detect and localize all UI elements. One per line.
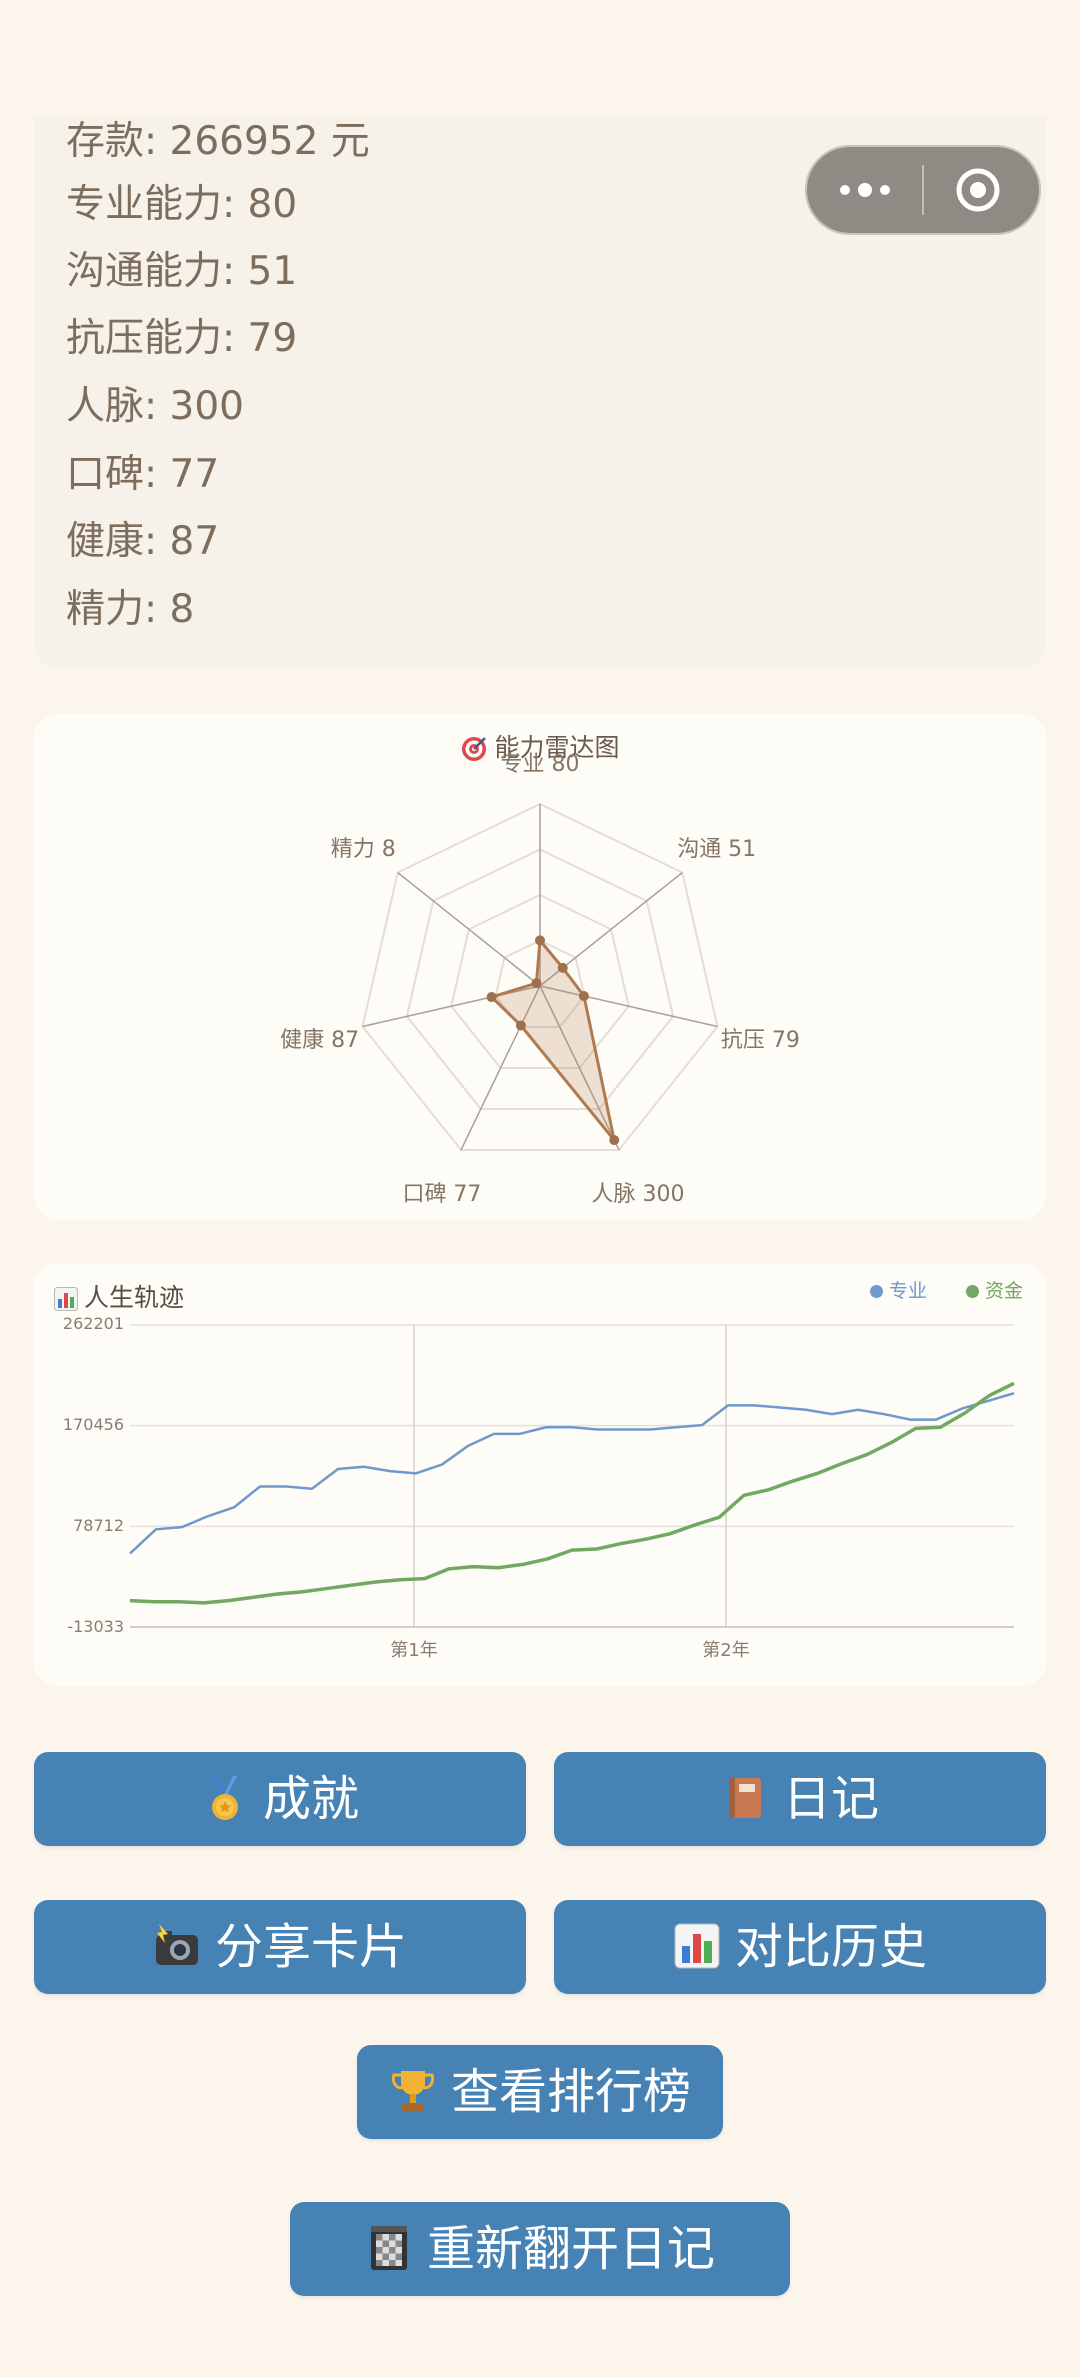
radar-chart: [361, 802, 719, 1151]
radar-data-point: [486, 992, 497, 1003]
radar-data-point: [557, 962, 568, 973]
radar-data-point: [515, 1020, 526, 1031]
stat-pressure: 抗压能力: 79: [66, 316, 298, 361]
trophy-icon: [391, 2071, 435, 2111]
radar-data-point: [535, 935, 545, 946]
achievement-button[interactable]: 成就: [34, 1752, 526, 1846]
radar-axis-label: 口碑 77: [402, 1181, 482, 1207]
capsule-divider: [922, 165, 924, 215]
radar-data-point: [578, 991, 589, 1002]
bar-chart-icon: [674, 1923, 720, 1969]
life-trajectory-card: 人生轨迹 专业 资金 262201 170456 78712 -13033 第1…: [34, 1264, 1046, 1686]
share-card-button[interactable]: 分享卡片: [34, 1900, 526, 1994]
y-tick-label: -13033: [67, 1617, 124, 1636]
y-tick-label: 170456: [62, 1415, 124, 1434]
radar-axis: [397, 871, 541, 987]
stat-health: 健康: 87: [66, 519, 220, 564]
compare-history-button[interactable]: 对比历史: [554, 1900, 1046, 1994]
miniprogram-capsule: [805, 145, 1041, 235]
medal-icon: [211, 1776, 238, 1820]
x-tick-label: 第2年: [702, 1640, 750, 1661]
x-tick-label: 第1年: [390, 1640, 438, 1661]
radar-data-area: [488, 936, 616, 1142]
radar-axis-label: 专业 80: [500, 752, 580, 777]
reopen-diary-button[interactable]: 重新翻开日记: [290, 2202, 790, 2296]
line-chart: [129, 1324, 1015, 1628]
radar-chart-card: 能力雷达图 专业 80 沟通 51 抗压 79 人脉 300 口碑 77 健康 87 精力 …: [34, 714, 1046, 1220]
more-icon[interactable]: [835, 167, 895, 213]
stat-energy: 精力: 8: [66, 587, 195, 632]
radar-axis-label: 人脉 300: [591, 1181, 685, 1207]
close-icon[interactable]: [955, 167, 1001, 213]
stat-savings: 存款: 266952 元: [66, 119, 370, 164]
camera-flash-icon: [155, 1924, 198, 1965]
stat-professional: 专业能力: 80: [66, 182, 298, 227]
y-tick-label: 78712: [73, 1516, 124, 1535]
radar-data-point: [531, 978, 542, 989]
diary-button[interactable]: 日记: [554, 1752, 1046, 1846]
stat-reputation: 口碑: 77: [66, 452, 220, 497]
stat-communication: 沟通能力: 51: [66, 249, 298, 294]
radar-axis-label: 沟通 51: [677, 837, 757, 863]
series-line-1: [129, 1381, 1015, 1605]
radar-axis-label: 精力 8: [330, 837, 396, 863]
series-line-0: [129, 1392, 1015, 1555]
stat-network: 人脉: 300: [66, 384, 244, 429]
radar-axis-label: 抗压 79: [720, 1028, 800, 1054]
y-tick-label: 262201: [62, 1314, 124, 1333]
leaderboard-button[interactable]: 查看排行榜: [357, 2045, 723, 2139]
radar-axis-label: 健康 87: [280, 1028, 360, 1054]
book-icon: [728, 1778, 761, 1818]
radar-data-point: [609, 1135, 620, 1146]
notebook-icon: [370, 2226, 407, 2270]
